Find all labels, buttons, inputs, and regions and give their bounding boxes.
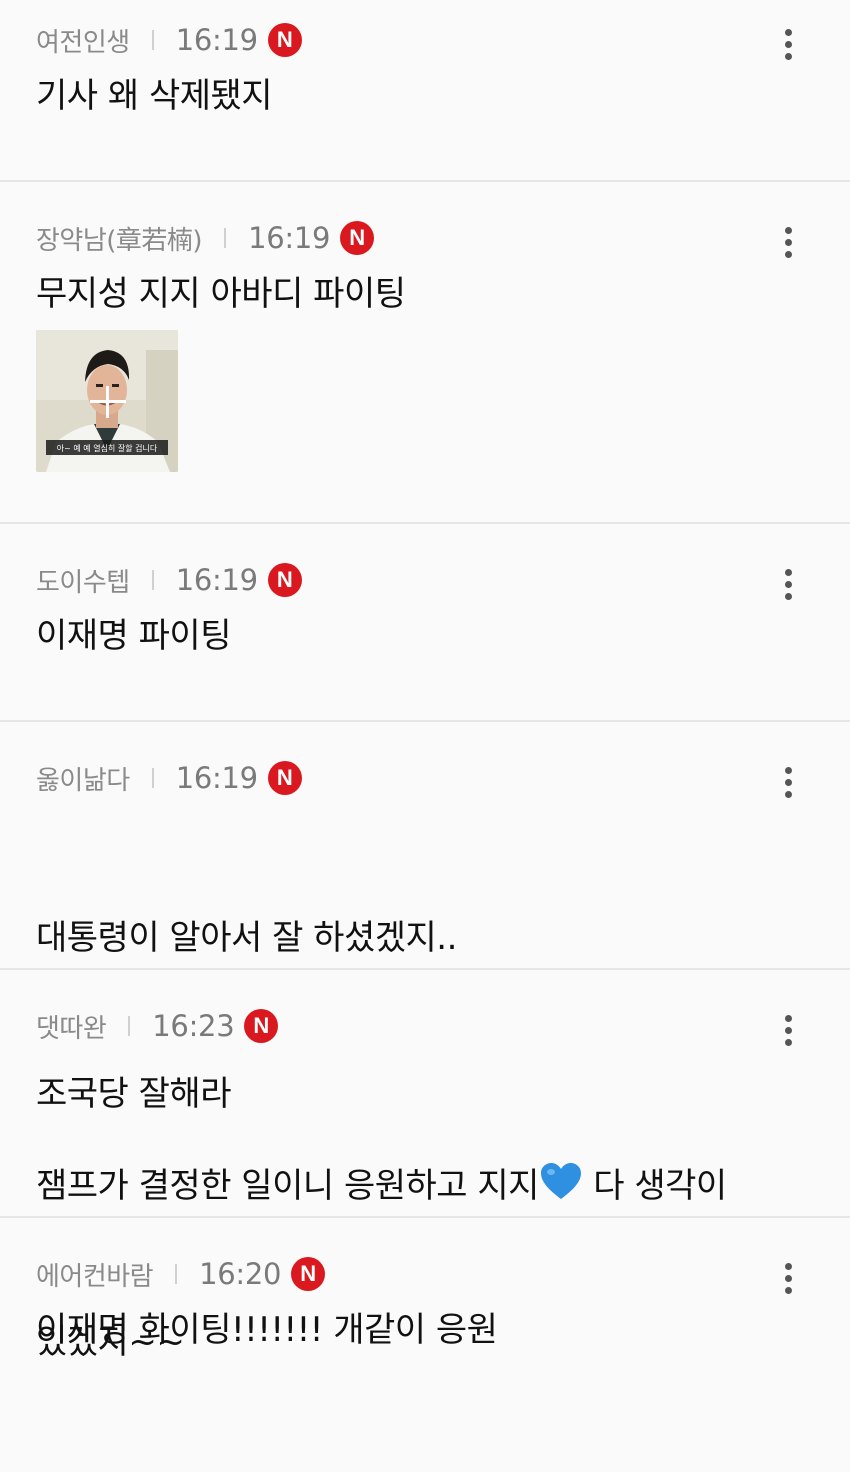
more-options-icon[interactable]: [776, 1010, 800, 1050]
comment-author[interactable]: 에어컨바람: [36, 1256, 154, 1293]
comment-text: 기사 왜 삭제됐지: [36, 76, 273, 116]
comment-author[interactable]: 여전인생: [36, 22, 130, 59]
more-options-icon[interactable]: [776, 564, 800, 604]
comment-time: 16:19: [175, 761, 258, 795]
n-badge-icon: N: [291, 1257, 326, 1291]
more-options-icon[interactable]: [776, 1258, 800, 1298]
comment-image[interactable]: 아~ 예 예 열심히 잘할 겁니다: [36, 330, 178, 472]
n-badge-icon: N: [244, 1009, 279, 1043]
comment-author[interactable]: 옳이낢다: [36, 760, 130, 797]
meta-divider: [128, 1016, 131, 1036]
image-caption: 아~ 예 예 열심히 잘할 겁니다: [57, 443, 158, 453]
comment-time: 16:19: [248, 221, 331, 255]
blue-heart-icon: [540, 1163, 581, 1199]
more-options-icon[interactable]: [776, 762, 800, 802]
meta-divider: [151, 768, 154, 788]
n-badge-icon: N: [267, 563, 302, 597]
comment-text-line: 잼프가 결정한 일이니 응원하고 지지 다 생각이: [36, 1160, 810, 1212]
comment-author[interactable]: 도이수텝: [36, 562, 130, 599]
comment-meta: 도이수텝 16:19 N: [36, 560, 302, 600]
comment-item: 장약남(章若楠) 16:19 N 무지성 지지 아바디 파이팅 아~ 예 예 열…: [0, 182, 850, 524]
meta-divider: [151, 570, 154, 590]
comment-text: 이재명 파이팅: [36, 616, 232, 656]
n-badge-icon: N: [340, 221, 375, 255]
more-options-icon[interactable]: [776, 222, 800, 262]
comment-item: 옳이낢다 16:19 N 대통령이 알아서 잘 하셨겠지.. 조국당 잘해라: [0, 722, 850, 1114]
meta-divider: [151, 30, 154, 50]
comment-meta: 여전인생 16:19 N: [36, 20, 302, 60]
comment-text: 이재명 화이팅!!!!!!! 개같이 응원: [36, 1310, 498, 1350]
comment-item: 댓따완 16:23 N 잼프가 결정한 일이니 응원하고 지지 다 생각이 있겠…: [0, 970, 850, 1362]
comment-time: 16:20: [199, 1257, 282, 1291]
comment-text-part: 다 생각이: [582, 1166, 727, 1206]
comment-time: 16:19: [175, 23, 258, 57]
comment-text-line: 대통령이 알아서 잘 하셨겠지..: [36, 918, 457, 958]
comment-item: 에어컨바람 16:20 N 이재명 화이팅!!!!!!! 개같이 응원: [0, 1218, 850, 1363]
comment-item: 도이수텝 16:19 N 이재명 파이팅: [0, 524, 850, 722]
more-options-icon[interactable]: [776, 24, 800, 64]
comment-text-part: 잼프가 결정한 일이니 응원하고 지지: [36, 1166, 539, 1206]
comment-time: 16:19: [175, 563, 258, 597]
comment-meta: 옳이낢다 16:19 N: [36, 758, 302, 798]
n-badge-icon: N: [267, 23, 302, 57]
comment-text: 무지성 지지 아바디 파이팅: [36, 274, 406, 314]
comment-time: 16:23: [152, 1009, 235, 1043]
person-photo: 아~ 예 예 열심히 잘할 겁니다: [36, 330, 178, 472]
comment-item: 여전인생 16:19 N 기사 왜 삭제됐지: [0, 0, 850, 182]
comment-meta: 에어컨바람 16:20 N: [36, 1254, 326, 1294]
comment-meta: 댓따완 16:23 N: [36, 1006, 279, 1046]
n-badge-icon: N: [267, 761, 302, 795]
comment-meta: 장약남(章若楠) 16:19 N: [36, 218, 375, 258]
comment-author[interactable]: 댓따완: [36, 1008, 107, 1045]
meta-divider: [175, 1264, 178, 1284]
comment-author[interactable]: 장약남(章若楠): [36, 220, 203, 257]
meta-divider: [224, 228, 227, 248]
